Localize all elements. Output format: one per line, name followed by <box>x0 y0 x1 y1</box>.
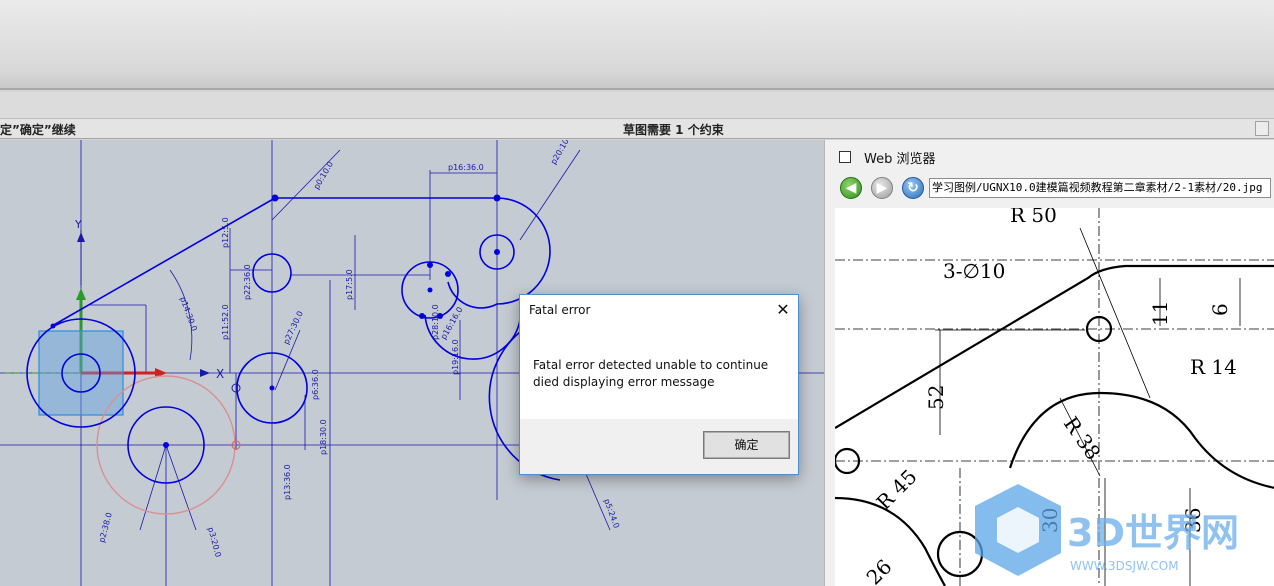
dimension-p2[interactable]: p2:38.0 <box>97 512 114 544</box>
fatal-error-dialog: Fatal error ✕ Fatal error detected unabl… <box>519 294 799 475</box>
drawing-label-6: 6 <box>1208 303 1232 316</box>
status-bar: 定”确定”继续 草图需要 1 个约束 <box>0 118 1274 139</box>
dimension-p18[interactable]: p18:30.0 <box>319 419 328 455</box>
web-browser-header: Web 浏览器 <box>825 140 1274 170</box>
prompt-text: 定”确定”继续 <box>0 123 76 137</box>
dimension-p28[interactable]: p28:10.0 <box>431 304 440 340</box>
refresh-icon: ↻ <box>907 180 919 196</box>
dialog-message-line2: died displaying error message <box>533 375 715 389</box>
dimension-p16[interactable]: p16:36.0 <box>448 163 484 172</box>
drawing-image: R 50 3-∅10 11 6 R 14 52 R 38 R 45 30 36 … <box>835 208 1274 586</box>
web-browser-toggle[interactable] <box>839 151 851 163</box>
sketch-status: 草图需要 1 个约束 <box>623 123 724 137</box>
dimension-p5[interactable]: p5:24.0 <box>602 498 621 530</box>
dialog-message: Fatal error detected unable to continue … <box>533 357 793 391</box>
drawing-label-r14: R 14 <box>1190 355 1237 379</box>
drawing-label-r38: R 38 <box>1059 412 1106 464</box>
drawing-label-r50: R 50 <box>1010 208 1057 227</box>
drawing-label-26: 26 <box>862 555 897 586</box>
dialog-title: Fatal error <box>529 303 591 317</box>
axis-x-label: X <box>216 367 224 381</box>
toolbar-area <box>0 0 1274 90</box>
web-content[interactable]: R 50 3-∅10 11 6 R 14 52 R 38 R 45 30 36 … <box>835 208 1274 586</box>
web-browser-title: Web 浏览器 <box>864 152 936 167</box>
dimension-p22[interactable]: p22:36.0 <box>243 264 252 300</box>
watermark-text: 3D世界网 <box>1067 511 1239 555</box>
dialog-footer: 确定 <box>520 419 798 474</box>
dimension-p16b[interactable]: p16:16.0 <box>439 306 465 341</box>
ok-button[interactable]: 确定 <box>703 431 790 459</box>
status-bar-button[interactable] <box>1255 121 1269 136</box>
watermark-subtext: WWW.3DSJW.COM <box>1070 559 1179 573</box>
dimension-p6[interactable]: p6:36.0 <box>311 369 320 400</box>
refresh-button[interactable]: ↻ <box>902 177 924 199</box>
dialog-message-line1: Fatal error detected unable to continue <box>533 358 769 372</box>
dimension-p20[interactable]: p20:10.0 <box>549 140 575 166</box>
close-icon[interactable]: ✕ <box>772 299 794 321</box>
dimension-p3[interactable]: p3:20.0 <box>206 526 223 558</box>
web-browser-panel: Web 浏览器 ◀ ▶ ↻ 学习图例/UGNX10.0建模篇视频教程第二章素材/… <box>824 140 1274 586</box>
dimension-p27[interactable]: p27:30.0 <box>282 310 305 346</box>
arrow-left-icon: ◀ <box>845 180 857 196</box>
drawing-label-holes: 3-∅10 <box>943 259 1005 283</box>
watermark-logo: 3D世界网 WWW.3DSJW.COM <box>975 484 1239 576</box>
url-field[interactable]: 学习图例/UGNX10.0建模篇视频教程第二章素材/2-1素材/20.jpg <box>929 178 1271 198</box>
forward-button[interactable]: ▶ <box>871 177 893 199</box>
ribbon-gap <box>0 92 1274 118</box>
axis-y-label: Y <box>74 218 82 231</box>
dimension-p19[interactable]: p19:16.0 <box>451 339 460 375</box>
drawing-label-52: 52 <box>924 385 948 410</box>
dimension-p12[interactable]: p12:5.0 <box>221 217 230 248</box>
arrow-right-icon: ▶ <box>876 180 888 196</box>
dimension-p17[interactable]: p17:5.0 <box>345 269 354 300</box>
dimension-p14[interactable]: p14:30.0 <box>178 296 199 333</box>
drawing-label-11: 11 <box>1148 301 1172 326</box>
dimension-p13[interactable]: p13:36.0 <box>283 464 292 500</box>
dimension-p11[interactable]: p11:52.0 <box>221 304 230 340</box>
back-button[interactable]: ◀ <box>840 177 862 199</box>
